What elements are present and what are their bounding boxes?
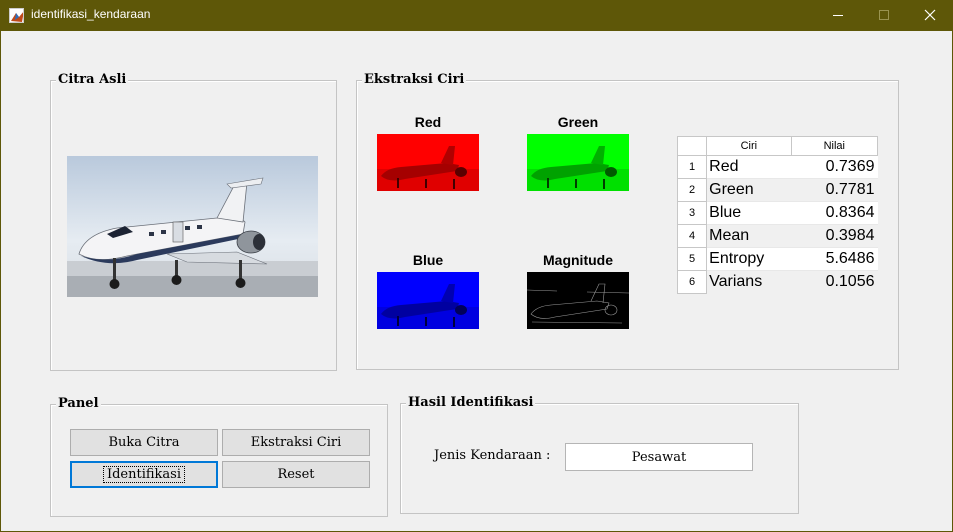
minimize-button[interactable] [815,0,861,31]
window-title: identifikasi_kendaraan [31,7,151,21]
green-channel-image [527,134,629,191]
table-row: 2 Green 0.7781 [676,178,878,202]
cell-ciri[interactable]: Red [706,155,792,179]
jenis-kendaraan-label: Jenis Kendaraan : [434,448,551,463]
ekstraksi-ciri-group: Ekstraksi Ciri Red Green Blue Magnitude … [356,72,899,370]
magnitude-title: Magnitude [543,252,613,268]
title-bar: identifikasi_kendaraan [0,0,953,31]
identifikasi-button[interactable]: Identifikasi [70,461,218,488]
citra-asli-title: Citra Asli [56,72,129,88]
cell-ciri[interactable]: Varians [706,270,792,294]
hasil-identifikasi-title: Hasil Identifikasi [406,395,536,411]
row-number: 3 [676,201,708,225]
reset-button[interactable]: Reset [222,461,370,488]
table-header-row: Ciri Nilai [676,136,879,156]
panel-group: Panel Buka Citra Ekstraksi Ciri Identifi… [50,396,388,517]
cell-ciri[interactable]: Blue [706,201,792,225]
column-header-nilai: Nilai [790,136,879,156]
citra-asli-group: Citra Asli [50,72,337,371]
identifikasi-label: Identifikasi [102,466,186,483]
maximize-icon [879,10,889,20]
airplane-photo [67,156,318,297]
close-button[interactable] [907,0,953,31]
red-channel-title: Red [414,114,442,130]
minimize-icon [833,15,843,16]
cell-nilai[interactable]: 5.6486 [791,247,878,271]
green-channel-title: Green [557,114,599,130]
cell-ciri[interactable]: Mean [706,224,792,248]
row-number: 6 [676,270,708,294]
column-header-ciri: Ciri [706,136,792,156]
ekstraksi-ciri-button[interactable]: Ekstraksi Ciri [222,429,370,456]
cell-nilai[interactable]: 0.1056 [791,270,878,294]
maximize-button[interactable] [861,0,907,31]
blue-channel-image [377,272,479,329]
ekstraksi-ciri-label: Ekstraksi Ciri [250,435,342,450]
ekstraksi-ciri-title: Ekstraksi Ciri [362,72,467,88]
table-row: 4 Mean 0.3984 [676,224,878,248]
reset-label: Reset [277,467,315,482]
cell-ciri[interactable]: Green [706,178,792,202]
row-number: 2 [676,178,708,202]
cell-nilai[interactable]: 0.7781 [791,178,878,202]
row-number-header [676,136,708,156]
panel-title: Panel [56,396,101,412]
close-icon [924,9,936,21]
buka-citra-label: Buka Citra [108,435,180,450]
figure-window: Citra Asli Ekstraksi Ciri Red Green Blue… [1,31,952,531]
cell-nilai[interactable]: 0.3984 [791,224,878,248]
buka-citra-button[interactable]: Buka Citra [70,429,218,456]
row-number: 1 [676,155,708,179]
ciri-table[interactable]: Ciri Nilai 1 Red 0.7369 2 Green 0.7781 3… [676,136,879,294]
cell-nilai[interactable]: 0.7369 [791,155,878,179]
row-number: 5 [676,247,708,271]
table-row: 1 Red 0.7369 [676,155,878,179]
jenis-kendaraan-field[interactable]: Pesawat [565,443,753,471]
cell-ciri[interactable]: Entropy [706,247,792,271]
matlab-icon [9,8,24,23]
red-channel-image [377,134,479,191]
magnitude-image [527,272,629,329]
row-number: 4 [676,224,708,248]
cell-nilai[interactable]: 0.8364 [791,201,878,225]
blue-channel-title: Blue [412,252,444,268]
table-row: 3 Blue 0.8364 [676,201,878,225]
table-row: 5 Entropy 5.6486 [676,247,878,271]
table-row: 6 Varians 0.1056 [676,270,878,294]
hasil-identifikasi-group: Hasil Identifikasi Jenis Kendaraan : Pes… [400,395,799,514]
